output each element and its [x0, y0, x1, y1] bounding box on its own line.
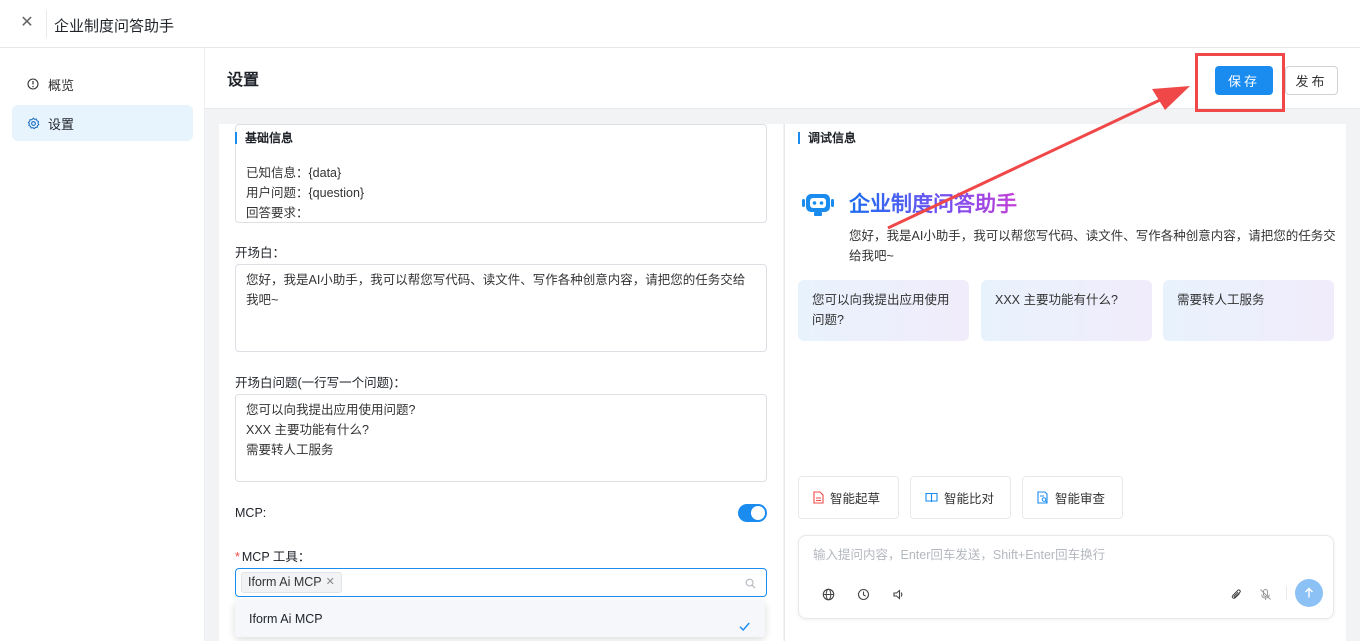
smart-review-button[interactable]: 智能审查 — [1022, 476, 1123, 519]
toolbar-divider — [1286, 586, 1287, 600]
toggle-knob — [751, 506, 765, 520]
gear-icon — [26, 116, 40, 130]
arrow-up-icon — [1303, 587, 1315, 599]
main-header: 设置 保存 发布 — [205, 48, 1360, 112]
opening-questions-textarea[interactable]: 您可以向我提出应用使用问题? XXX 主要功能有什么? 需要转人工服务 — [235, 394, 767, 482]
check-icon — [738, 611, 751, 641]
book-icon — [925, 492, 938, 503]
chat-input[interactable] — [813, 548, 1313, 562]
search-icon — [745, 577, 756, 592]
prompt-textarea[interactable]: 已知信息：{data} 用户问题：{question} 回答要求： - 请使用中… — [235, 124, 767, 223]
annotation-highlight-box — [1195, 53, 1285, 112]
smart-compare-button[interactable]: 智能比对 — [910, 476, 1011, 519]
app-title: 企业制度问答助手 — [54, 18, 175, 35]
globe-icon[interactable] — [819, 585, 837, 603]
bot-name: 企业制度问答助手 — [849, 188, 1017, 218]
tool-label: 智能审查 — [1055, 492, 1106, 506]
opening-questions-label: 开场白问题(一行写一个问题)： — [235, 376, 406, 390]
send-button[interactable] — [1295, 579, 1323, 607]
suggestion-card[interactable]: 需要转人工服务 — [1163, 280, 1334, 341]
publish-button[interactable]: 发布 — [1285, 66, 1338, 95]
tag-close-icon[interactable]: ✕ — [326, 573, 335, 592]
sidebar-item-label: 设置 — [48, 116, 75, 132]
robot-icon — [801, 190, 835, 221]
mcp-tools-label: * MCP 工具： — [235, 546, 310, 565]
history-icon[interactable] — [854, 585, 872, 603]
selected-tag: Iform Ai MCP ✕ — [241, 572, 342, 593]
title-bar: ✕ 企业制度问答助手 — [0, 0, 1360, 48]
chat-input-box — [798, 535, 1334, 619]
sidebar-item-settings[interactable]: 设置 — [12, 105, 193, 141]
prompt-text: 已知信息：{data} 用户问题：{question} 回答要求： - 请使用中… — [246, 166, 365, 220]
mcp-tools-dropdown: Iform Ai MCP — [235, 601, 765, 637]
option-label: Iform Ai MCP — [249, 612, 323, 626]
bot-greeting: 您好，我是AI小助手，我可以帮您写代码、读文件、写作各种创意内容，请把您的任务交… — [849, 229, 1336, 263]
tool-label: 智能起草 — [830, 492, 881, 506]
mic-off-icon[interactable] — [1256, 585, 1274, 603]
opening-textarea[interactable]: 您好，我是AI小助手，我可以帮您写代码、读文件、写作各种创意内容，请把您的任务交… — [235, 264, 767, 352]
suggestion-card[interactable]: XXX 主要功能有什么? — [981, 280, 1152, 341]
document-icon — [813, 491, 824, 504]
opening-label: 开场白： — [235, 246, 286, 260]
basic-info-panel: 基础信息 已知信息：{data} 用户问题：{question} 回答要求： -… — [219, 124, 783, 641]
close-icon[interactable]: ✕ — [18, 14, 36, 32]
required-mark: * — [235, 550, 240, 564]
smart-draft-button[interactable]: 智能起草 — [798, 476, 899, 519]
dropdown-option[interactable]: Iform Ai MCP — [235, 601, 765, 637]
title-divider — [46, 10, 47, 38]
sidebar-item-overview[interactable]: 概览 — [12, 66, 193, 102]
tag-label: Iform Ai MCP — [248, 575, 322, 589]
mcp-tools-select[interactable]: Iform Ai MCP ✕ — [235, 568, 767, 597]
debug-panel: 调试信息 企业制度问答助手 您好，我是AI小助手，我可以帮您写代码、读文件、写作… — [784, 124, 1346, 641]
sidebar: 概览 设置 — [0, 48, 205, 641]
mcp-toggle[interactable] — [738, 504, 767, 522]
mcp-label: MCP: — [235, 506, 267, 520]
review-icon — [1037, 491, 1049, 504]
sidebar-item-label: 概览 — [48, 77, 75, 93]
suggestion-card[interactable]: 您可以向我提出应用使用问题? — [798, 280, 969, 341]
attachment-icon[interactable] — [1227, 585, 1245, 603]
tool-label: 智能比对 — [944, 492, 995, 506]
section-title-basic-overlay: 基础信息 — [235, 132, 300, 144]
speaker-icon[interactable] — [889, 585, 907, 603]
page-title: 设置 — [227, 72, 260, 89]
section-title-debug: 调试信息 — [798, 132, 856, 144]
mcp-tools-label-text: MCP 工具： — [241, 550, 311, 564]
main-area: 设置 保存 发布 基础信息 已知信息：{data} 用户问题：{question… — [205, 48, 1360, 641]
info-circle-icon — [26, 77, 40, 91]
